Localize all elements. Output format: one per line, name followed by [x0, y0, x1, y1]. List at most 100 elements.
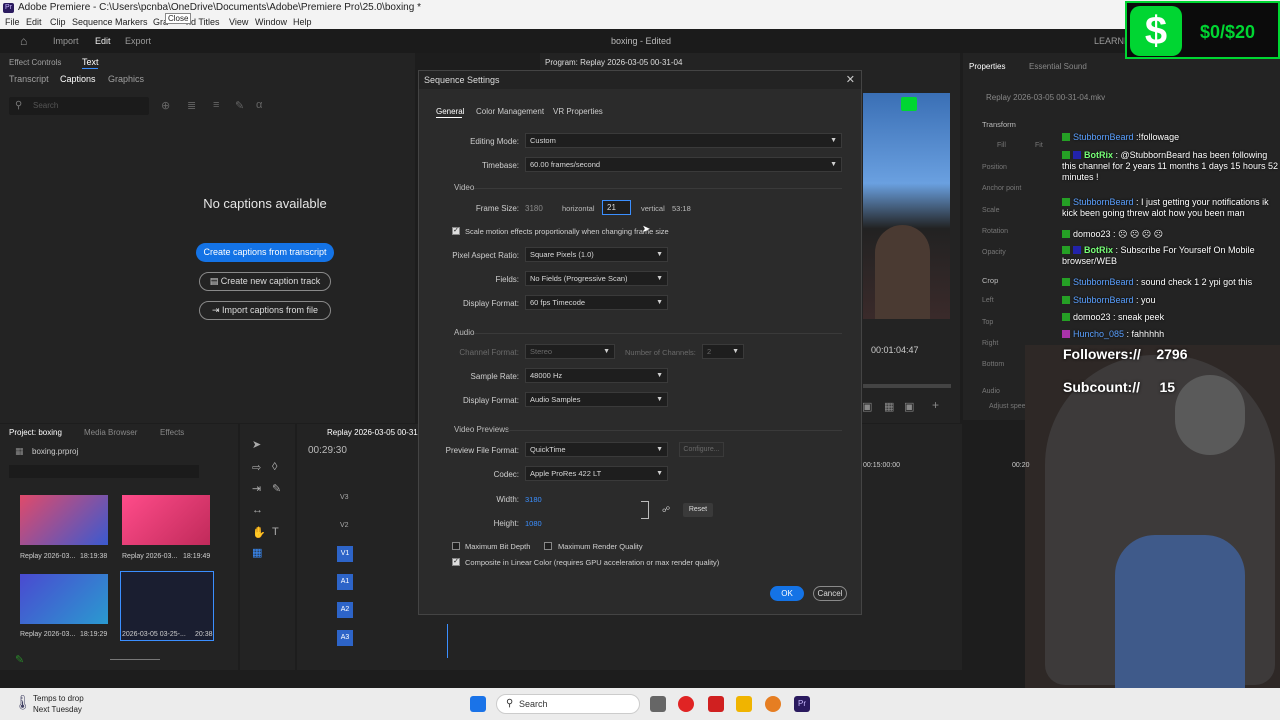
file-explorer-icon[interactable]: [736, 696, 752, 712]
chain-link-icon[interactable]: ☍: [662, 505, 670, 514]
playhead[interactable]: [447, 624, 448, 658]
tab-graphics[interactable]: Graphics: [108, 74, 144, 84]
timeline-timecode[interactable]: 00:29:30: [308, 445, 347, 456]
tab-media-browser[interactable]: Media Browser: [84, 428, 137, 437]
export-frame-icon[interactable]: ▣: [862, 400, 872, 413]
prop-audio[interactable]: Audio: [982, 388, 1000, 395]
tab-essential-sound[interactable]: Essential Sound: [1029, 62, 1087, 71]
tab-export[interactable]: Export: [125, 29, 151, 53]
captions-search[interactable]: ⚲ Search: [9, 97, 149, 115]
tab-text[interactable]: Text: [82, 57, 99, 67]
clip-thumbnail[interactable]: [20, 495, 108, 545]
track-select-icon[interactable]: ⇨: [252, 461, 261, 474]
par-select[interactable]: Square Pixels (1.0) ▼: [525, 247, 668, 262]
prop-transform[interactable]: Transform: [982, 120, 1016, 129]
audio-display-format-select[interactable]: Audio Samples ▼: [525, 392, 668, 407]
program-scrubber[interactable]: [863, 384, 951, 388]
max-bit-depth-checkbox[interactable]: [452, 542, 460, 550]
windows-start-icon[interactable]: [470, 696, 486, 712]
menu-markers[interactable]: Markers: [115, 16, 148, 28]
align-icon[interactable]: ≣: [187, 99, 196, 112]
scale-motion-checkbox[interactable]: ✓: [452, 227, 460, 235]
tab-transcript[interactable]: Transcript: [9, 74, 49, 84]
tab-vr-properties[interactable]: VR Properties: [553, 107, 603, 116]
clip-thumbnail[interactable]: [20, 574, 108, 624]
sample-rate-select[interactable]: 48000 Hz ▼: [525, 368, 668, 383]
program-tab[interactable]: Program: Replay 2026-03-05 00-31-04: [545, 58, 682, 67]
type-tool-icon[interactable]: T: [272, 526, 279, 538]
pen-tool-icon[interactable]: ✎: [272, 482, 281, 495]
tab-import[interactable]: Import: [53, 29, 79, 53]
tab-effects[interactable]: Effects: [160, 428, 184, 437]
track-v2[interactable]: V2: [340, 522, 349, 529]
timebase-select[interactable]: 60.00 frames/second ▼: [525, 157, 842, 172]
tab-color-management[interactable]: Color Management: [476, 107, 544, 116]
max-render-quality-checkbox[interactable]: [544, 542, 552, 550]
captions-tool-icon[interactable]: ▦: [252, 546, 262, 559]
composite-linear-checkbox[interactable]: ✓: [452, 558, 460, 566]
menu-help[interactable]: Help: [293, 16, 312, 28]
reset-button[interactable]: Reset: [683, 503, 713, 517]
compare-icon[interactable]: ▦: [884, 400, 894, 413]
track-a2[interactable]: A2: [337, 602, 353, 618]
create-captions-from-transcript-button[interactable]: Create captions from transcript: [196, 243, 334, 262]
menu-sequence[interactable]: Sequence: [72, 16, 113, 28]
dialog-close-icon[interactable]: ✕: [846, 73, 855, 86]
display-format-select[interactable]: 60 fps Timecode ▼: [525, 295, 668, 310]
tab-effect-controls[interactable]: Effect Controls: [9, 58, 61, 67]
opera-icon[interactable]: [678, 696, 694, 712]
tab-project[interactable]: Project: boxing: [9, 428, 62, 437]
tab-captions[interactable]: Captions: [60, 74, 96, 84]
lift-icon[interactable]: ▣: [904, 400, 914, 413]
acrobat-icon[interactable]: [708, 696, 724, 712]
merge-icon[interactable]: ≡: [213, 99, 219, 111]
prop-fill[interactable]: Fill: [997, 142, 1006, 149]
premiere-taskbar-icon[interactable]: Pr: [794, 696, 810, 712]
tab-edit[interactable]: Edit: [95, 29, 111, 53]
cancel-button[interactable]: Cancel: [813, 586, 847, 601]
fields-select[interactable]: No Fields (Progressive Scan) ▼: [525, 271, 668, 286]
preview-width-value[interactable]: 3180: [525, 495, 542, 504]
add-icon[interactable]: ⊕: [161, 99, 170, 112]
sequence-tab[interactable]: Replay 2026-03-05 00-31-04: [327, 428, 429, 437]
tab-general[interactable]: General: [436, 107, 464, 116]
selection-tool-icon[interactable]: ➤: [252, 438, 261, 451]
translate-icon[interactable]: α: [256, 99, 262, 111]
create-caption-track-button[interactable]: ▤ Create new caption track: [199, 272, 331, 291]
weather-title[interactable]: Temps to drop: [33, 694, 84, 703]
frame-height-field[interactable]: 21: [602, 200, 631, 215]
ripple-edit-icon[interactable]: ⇥: [252, 482, 261, 495]
editing-mode-select[interactable]: Custom ▼: [525, 133, 842, 148]
menu-file[interactable]: File: [5, 16, 20, 28]
ok-button[interactable]: OK: [770, 586, 804, 601]
pencil-icon[interactable]: ✎: [15, 653, 24, 666]
zoom-slider[interactable]: [110, 659, 160, 660]
track-a1[interactable]: A1: [337, 574, 353, 590]
preview-format-select[interactable]: QuickTime ▼: [525, 442, 668, 457]
home-icon[interactable]: ⌂: [20, 29, 27, 53]
preview-height-value[interactable]: 1080: [525, 519, 542, 528]
menu-window[interactable]: Window: [255, 16, 287, 28]
clip-thumbnail[interactable]: [122, 495, 210, 545]
hand-tool-icon[interactable]: ✋: [252, 526, 266, 539]
codec-select[interactable]: Apple ProRes 422 LT ▼: [525, 466, 668, 481]
track-v3[interactable]: V3: [340, 494, 349, 501]
menu-edit[interactable]: Edit: [26, 16, 42, 28]
menu-view[interactable]: View: [229, 16, 248, 28]
app-icon[interactable]: [765, 696, 781, 712]
pencil-icon[interactable]: ✎: [235, 99, 244, 112]
menu-clip[interactable]: Clip: [50, 16, 66, 28]
project-search[interactable]: [9, 465, 199, 478]
slip-tool-icon[interactable]: ↔: [252, 504, 263, 516]
taskbar-search[interactable]: ⚲ Search: [496, 694, 640, 714]
import-captions-button[interactable]: ⇥ Import captions from file: [199, 301, 331, 320]
prop-crop[interactable]: Crop: [982, 276, 998, 285]
razor-icon[interactable]: ◊: [272, 461, 277, 473]
track-v1[interactable]: V1: [337, 546, 353, 562]
track-a3[interactable]: A3: [337, 630, 353, 646]
prop-fit[interactable]: Fit: [1035, 142, 1043, 149]
tab-properties[interactable]: Properties: [969, 62, 1005, 71]
add-button-icon[interactable]: +: [932, 398, 939, 412]
frame-width-field[interactable]: 3180: [525, 204, 543, 213]
task-view-icon[interactable]: [650, 696, 666, 712]
